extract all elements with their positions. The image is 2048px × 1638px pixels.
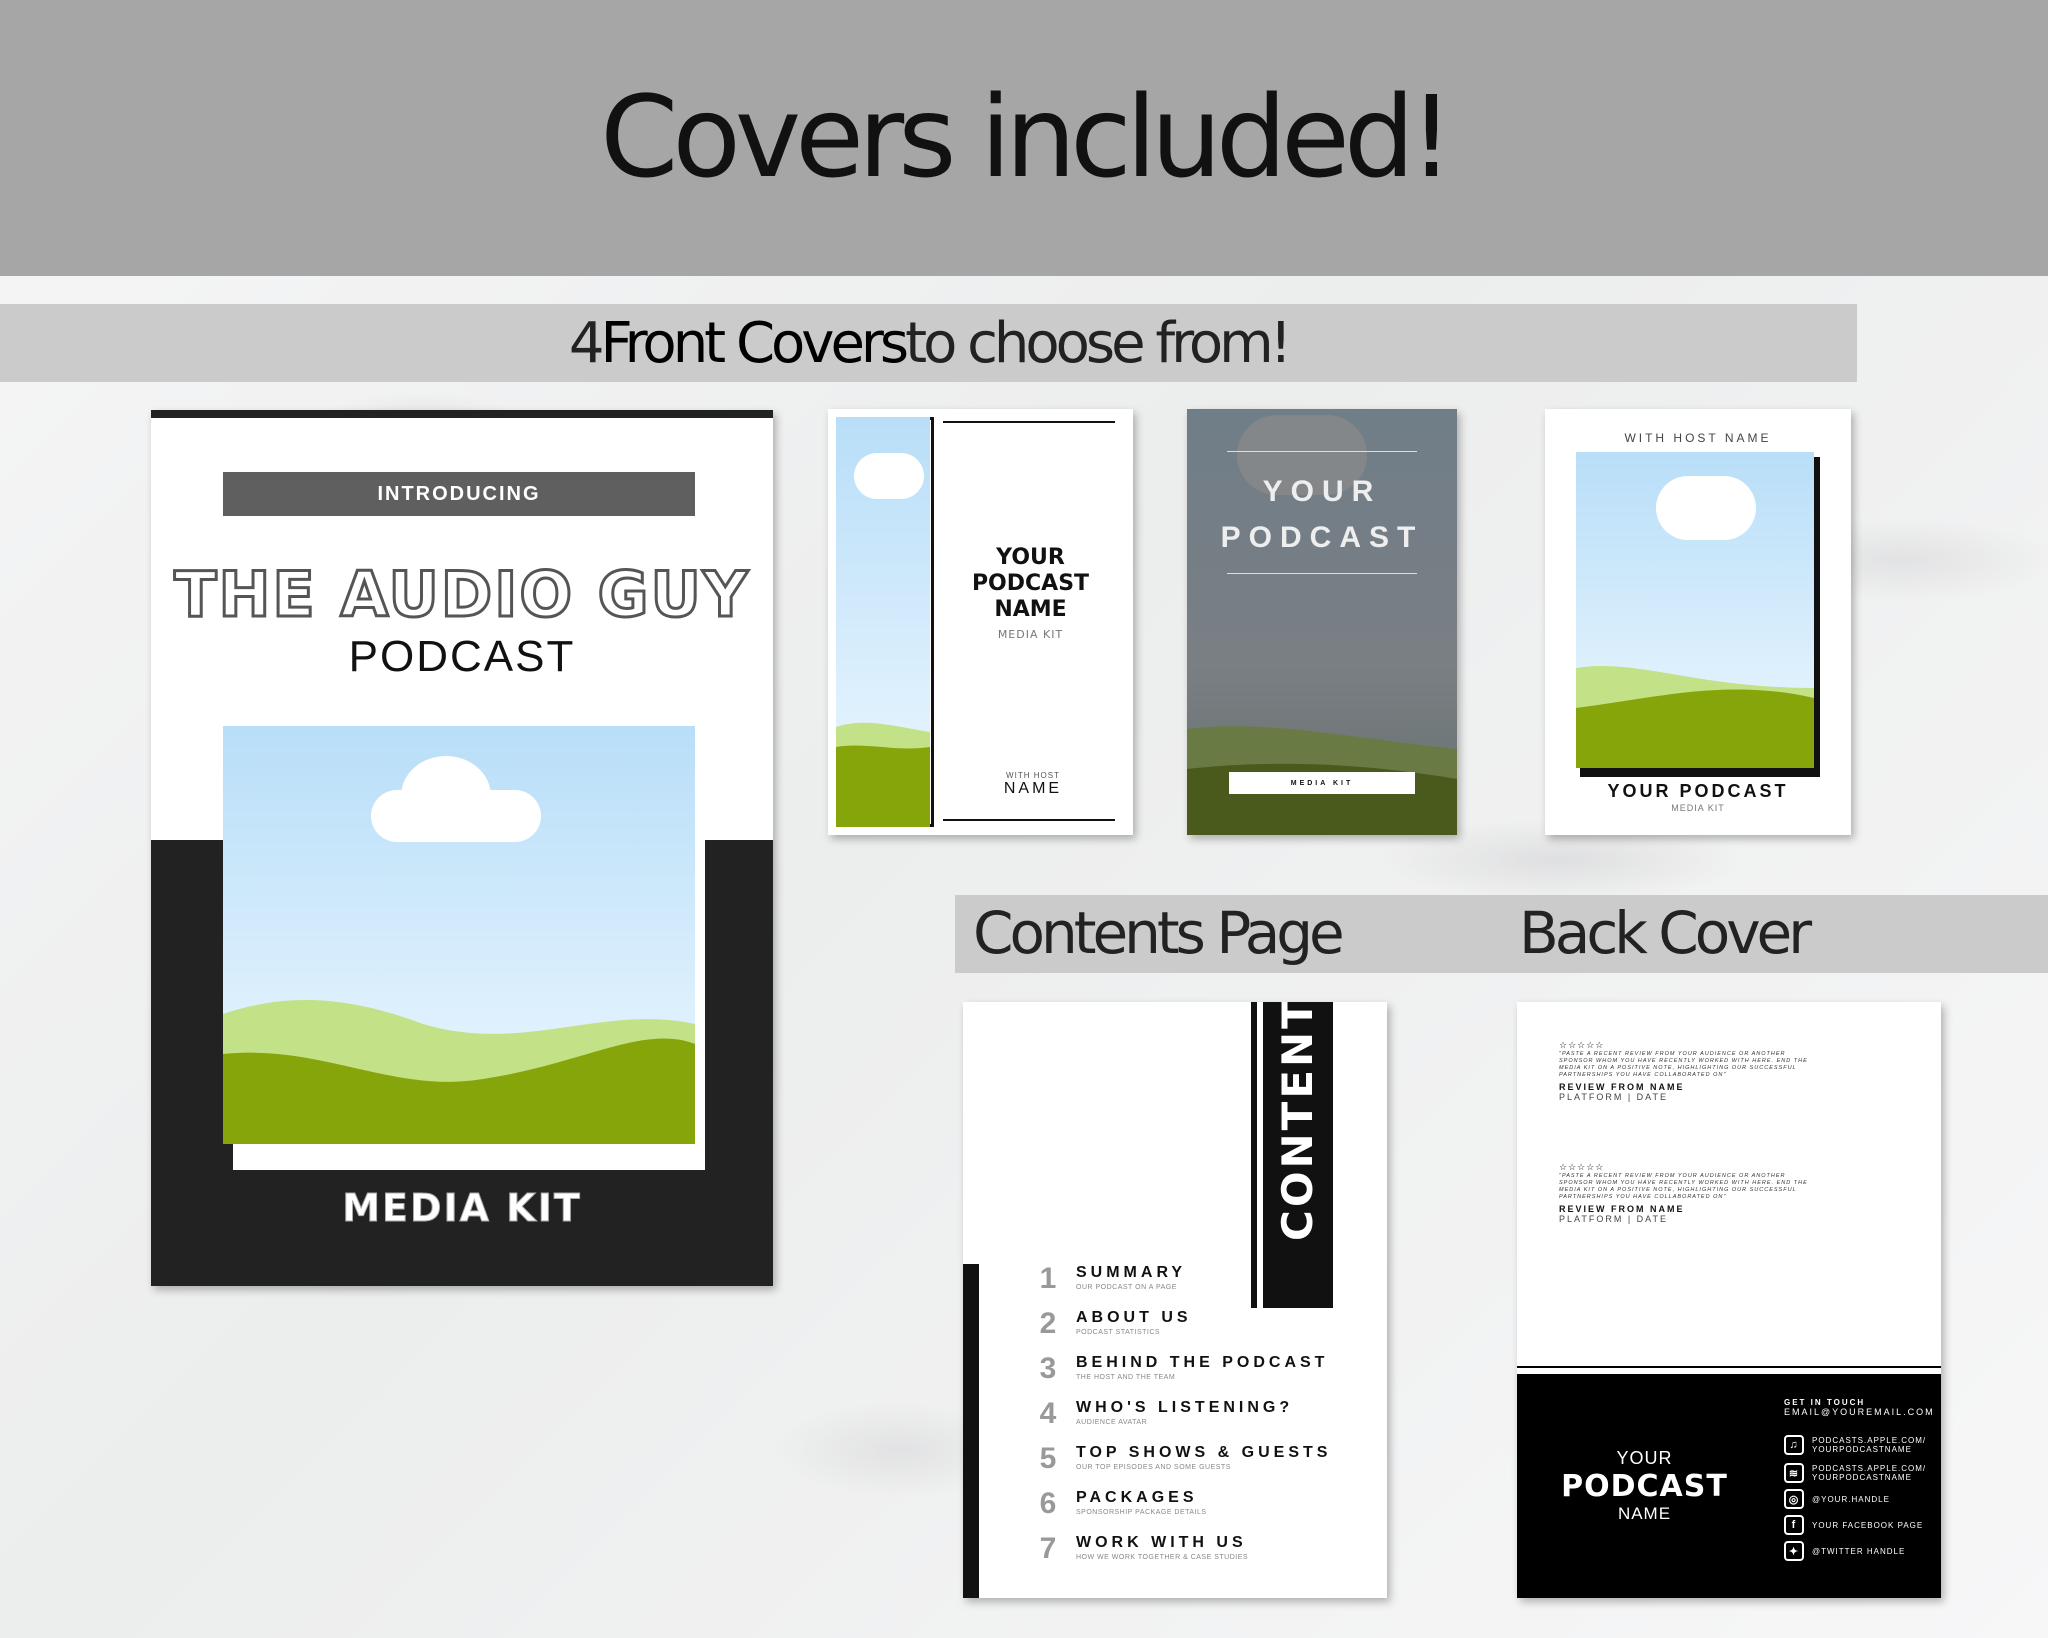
- review-platform: PLATFORM | DATE: [1559, 1092, 1669, 1102]
- contents-item: 6 PACKAGES SPONSORSHIP PACKAGE DETAILS: [1039, 1487, 1207, 1520]
- review-from: REVIEW FROM NAME: [1559, 1082, 1685, 1092]
- cover3-line1: YOUR: [1262, 475, 1382, 508]
- twitter-icon: ✦: [1784, 1541, 1804, 1561]
- lower-band: Contents Page Back Cover: [955, 895, 2048, 973]
- back-podcast: PODCAST: [1561, 1469, 1728, 1504]
- facebook-icon: f: [1784, 1515, 1804, 1535]
- contents-item: 3 BEHIND THE PODCAST THE HOST AND THE TEAM: [1039, 1352, 1329, 1385]
- cover3-line2: PODCAST: [1220, 521, 1424, 554]
- cover3-kit: MEDIA KIT: [1229, 772, 1415, 794]
- social-row: ♫ PODCASTS.APPLE.COM/ YOURPODCASTNAME: [1784, 1434, 1942, 1456]
- review-quote: "PASTE A RECENT REVIEW FROM YOUR AUDIENC…: [1559, 1173, 1808, 1200]
- social-row: f YOUR FACEBOOK PAGE: [1784, 1514, 1923, 1536]
- spotify-icon: ≋: [1784, 1463, 1804, 1483]
- header-banner: Covers included!: [0, 0, 2048, 276]
- cover-3: YOUR PODCAST MEDIA KIT: [1187, 409, 1457, 835]
- contents-item: 5 TOP SHOWS & GUESTS OUR TOP EPISODES AND …: [1039, 1442, 1332, 1475]
- contents-page-label: Contents Page: [973, 899, 1345, 967]
- cover2-host-name: NAME: [1003, 780, 1063, 797]
- cover2-line3: NAME: [994, 597, 1067, 622]
- review-quote: "PASTE A RECENT REVIEW FROM YOUR AUDIENC…: [1559, 1051, 1808, 1078]
- social-row: ✦ @TWITTER HANDLE: [1784, 1540, 1905, 1562]
- cover-2: YOUR PODCAST NAME MEDIA KIT WITH HOST NA…: [828, 409, 1133, 835]
- review-block: ☆☆☆☆☆ "PASTE A RECENT REVIEW FROM YOUR A…: [1559, 1162, 1809, 1224]
- band-prefix: 4: [568, 310, 605, 376]
- front-covers-band: 4 Front Covers to choose from!: [0, 304, 1857, 382]
- introducing-label: INTRODUCING: [223, 472, 695, 516]
- review-from: REVIEW FROM NAME: [1559, 1204, 1685, 1214]
- social-row: ≋ PODCASTS.APPLE.COM/ YOURPODCASTNAME: [1784, 1462, 1942, 1484]
- back-your: YOUR: [1616, 1448, 1673, 1468]
- cover2-line1: YOUR: [996, 545, 1065, 570]
- contents-item: 7 WORK WITH US HOW WE WORK TOGETHER & CASE…: [1039, 1532, 1249, 1565]
- cover-subtitle: PODCAST: [348, 632, 576, 681]
- stars-icon: ☆☆☆☆☆: [1559, 1040, 1605, 1050]
- cover4-host: WITH HOST NAME: [1624, 431, 1772, 445]
- get-in-touch: GET IN TOUCH: [1784, 1398, 1866, 1407]
- podcast-icon: ♫: [1784, 1435, 1804, 1455]
- landscape-image: [223, 726, 695, 1144]
- cover2-kit: MEDIA KIT: [997, 628, 1064, 641]
- band-bold: Front Covers: [600, 310, 910, 376]
- cover4-title: YOUR PODCAST: [1607, 781, 1789, 801]
- contents-item: 4 WHO'S LISTENING? AUDIENCE AVATAR: [1039, 1397, 1294, 1430]
- social-row: ◎ @YOUR.HANDLE: [1784, 1488, 1890, 1510]
- review-block: ☆☆☆☆☆ "PASTE A RECENT REVIEW FROM YOUR A…: [1559, 1040, 1809, 1102]
- contents-item: 1 SUMMARY OUR PODCAST ON A PAGE: [1039, 1262, 1187, 1295]
- cover4-kit: MEDIA KIT: [1671, 803, 1725, 813]
- contents-vertical-title: CONTENTS: [1273, 1002, 1322, 1241]
- cover-title: THE AUDIO GUY: [173, 557, 750, 633]
- cover-4: WITH HOST NAME YOUR PODCAST MEDIA KIT: [1545, 409, 1851, 835]
- email-text: EMAIL@YOUREMAIL.COM: [1784, 1407, 1935, 1417]
- contents-item: 2 ABOUT US PODCAST STATISTICS: [1039, 1307, 1192, 1340]
- review-platform: PLATFORM | DATE: [1559, 1214, 1669, 1224]
- band-suffix: to choose from!: [905, 310, 1292, 376]
- back-cover-label: Back Cover: [1519, 899, 1812, 967]
- page-title: Covers included!: [600, 73, 1454, 203]
- cover2-host-label: WITH HOST: [1006, 771, 1060, 780]
- stars-icon: ☆☆☆☆☆: [1559, 1162, 1605, 1172]
- back-name: NAME: [1617, 1504, 1672, 1523]
- cover2-line2: PODCAST: [971, 571, 1090, 596]
- cover-main: INTRODUCING THE AUDIO GUY PODCAST MEDIA …: [151, 410, 773, 1286]
- hills: [223, 1000, 695, 1144]
- media-kit-label: MEDIA KIT: [342, 1186, 582, 1231]
- instagram-icon: ◎: [1784, 1489, 1804, 1509]
